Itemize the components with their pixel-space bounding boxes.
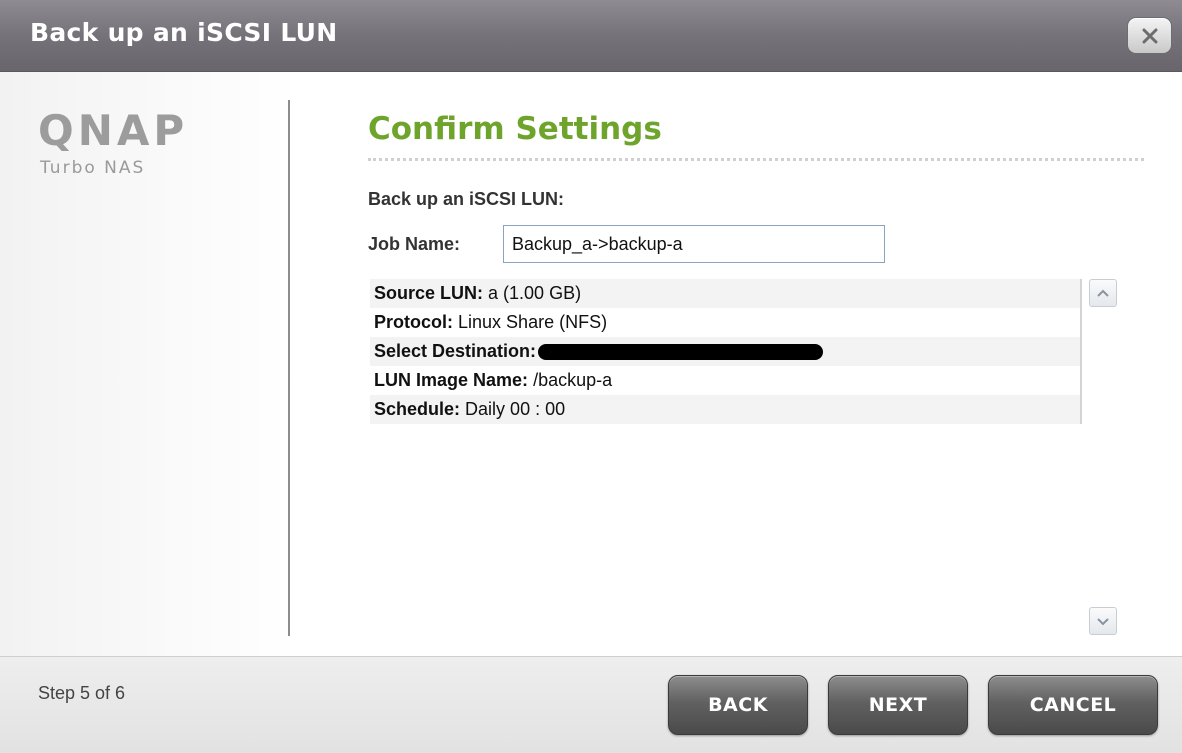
summary-row-schedule: Schedule: Daily 00 : 00 (370, 395, 1082, 424)
vertical-scrollbar[interactable] (1087, 279, 1120, 637)
job-name-label: Job Name: (368, 234, 461, 254)
back-button[interactable]: BACK (668, 675, 808, 735)
logo-brand: QNAP (38, 106, 189, 155)
summary-value: a (1.00 GB) (488, 283, 582, 303)
cancel-button[interactable]: CANCEL (988, 675, 1158, 735)
summary-value: Linux Share (NFS) (458, 312, 608, 332)
scroll-up-button[interactable] (1089, 279, 1117, 307)
close-icon (1142, 28, 1157, 43)
summary-row-lun-image-name: LUN Image Name: /backup-a (370, 366, 1082, 395)
summary-label: Schedule: (374, 399, 461, 419)
section-title: Confirm Settings (368, 111, 662, 147)
step-indicator: Step 5 of 6 (38, 683, 126, 703)
summary-label: Source LUN: (374, 283, 484, 303)
redacted-value (538, 344, 824, 361)
chevron-up-icon (1097, 289, 1109, 297)
dialog-footer: Step 5 of 6 BACK NEXT CANCEL (0, 656, 1182, 753)
subheading: Back up an iSCSI LUN: (368, 189, 565, 209)
summary-row-destination: Select Destination: (370, 337, 1082, 366)
logo-product: Turbo NAS (40, 158, 146, 178)
summary-row-source-lun: Source LUN: a (1.00 GB) (370, 279, 1082, 308)
summary-row-protocol: Protocol: Linux Share (NFS) (370, 308, 1082, 337)
title-bar[interactable]: Back up an iSCSI LUN (0, 0, 1182, 72)
job-name-input[interactable] (503, 225, 885, 263)
qnap-logo: QNAP Turbo NAS (38, 110, 238, 180)
summary-value: /backup-a (533, 370, 613, 390)
dotted-separator (368, 158, 1144, 161)
summary-value: Daily 00 : 00 (465, 399, 566, 419)
summary-list: Source LUN: a (1.00 GB) Protocol: Linux … (370, 279, 1082, 424)
close-button[interactable] (1127, 17, 1172, 54)
next-button[interactable]: NEXT (828, 675, 968, 735)
summary-label: Protocol: (374, 312, 453, 332)
summary-label: LUN Image Name: (374, 370, 529, 390)
summary-label: Select Destination: (374, 341, 537, 361)
settings-summary[interactable]: Source LUN: a (1.00 GB) Protocol: Linux … (370, 279, 1120, 637)
dialog-title: Back up an iSCSI LUN (30, 18, 338, 47)
scroll-down-button[interactable] (1089, 607, 1117, 635)
backup-lun-dialog: Back up an iSCSI LUN QNAP Turbo NAS Conf… (0, 0, 1182, 753)
vertical-divider (288, 100, 290, 636)
chevron-down-icon (1097, 617, 1109, 625)
